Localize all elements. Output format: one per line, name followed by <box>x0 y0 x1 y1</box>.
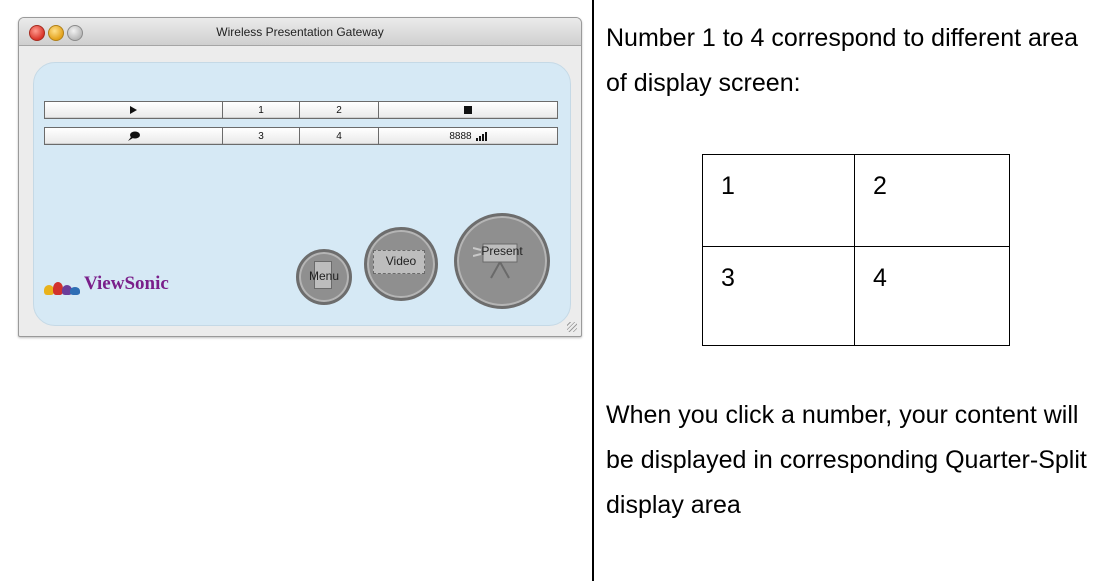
grid-cell-3: 3 <box>703 247 855 345</box>
menu-button[interactable]: Menu <box>296 249 352 305</box>
quarter-4-button[interactable]: 4 <box>300 128 379 144</box>
present-button-label: Present <box>481 244 523 258</box>
stop-icon <box>464 106 472 114</box>
quarter-3-button[interactable]: 3 <box>223 128 300 144</box>
note-text: When you click a number, your content wi… <box>606 401 1087 519</box>
window-title: Wireless Presentation Gateway <box>216 25 384 39</box>
play-button[interactable] <box>45 102 223 118</box>
comment-button[interactable] <box>45 128 223 144</box>
logo-text: ViewSonic <box>84 273 169 294</box>
control-bar-top: 1 2 <box>44 101 558 119</box>
quarter-split-diagram: 1 2 3 4 <box>702 154 1010 346</box>
projector-icon <box>473 243 518 279</box>
login-code: 8888 <box>449 130 472 142</box>
resize-grip[interactable] <box>567 322 577 332</box>
login-code-display: 8888 <box>379 128 557 144</box>
title-bar: Wireless Presentation Gateway <box>19 18 581 46</box>
present-button[interactable]: Present <box>454 213 550 309</box>
video-button-label: Video <box>385 254 417 268</box>
control-bar-bottom: 3 4 8888 <box>44 127 558 145</box>
wireless-presentation-window: Wireless Presentation Gateway 1 2 3 4 88… <box>18 17 582 337</box>
signal-strength-icon <box>475 131 487 141</box>
viewsonic-logo: ViewSonic <box>44 273 169 295</box>
menu-button-label: Menu <box>308 269 340 283</box>
video-button[interactable]: Video <box>364 227 438 301</box>
quarter-2-button[interactable]: 2 <box>300 102 379 118</box>
stop-button[interactable] <box>379 102 557 118</box>
viewsonic-birds-icon <box>44 273 80 295</box>
quarter-1-button[interactable]: 1 <box>223 102 300 118</box>
intro-text: Number 1 to 4 correspond to different ar… <box>606 24 1079 97</box>
control-panel: 1 2 3 4 8888 ViewSonic Menu Video Presen… <box>33 62 571 326</box>
comment-icon <box>127 131 140 141</box>
table-divider <box>592 0 594 581</box>
grid-cell-1: 1 <box>703 155 855 247</box>
grid-cell-4: 4 <box>873 264 887 292</box>
play-icon <box>130 106 137 114</box>
grid-cell-2: 2 <box>855 155 1009 247</box>
